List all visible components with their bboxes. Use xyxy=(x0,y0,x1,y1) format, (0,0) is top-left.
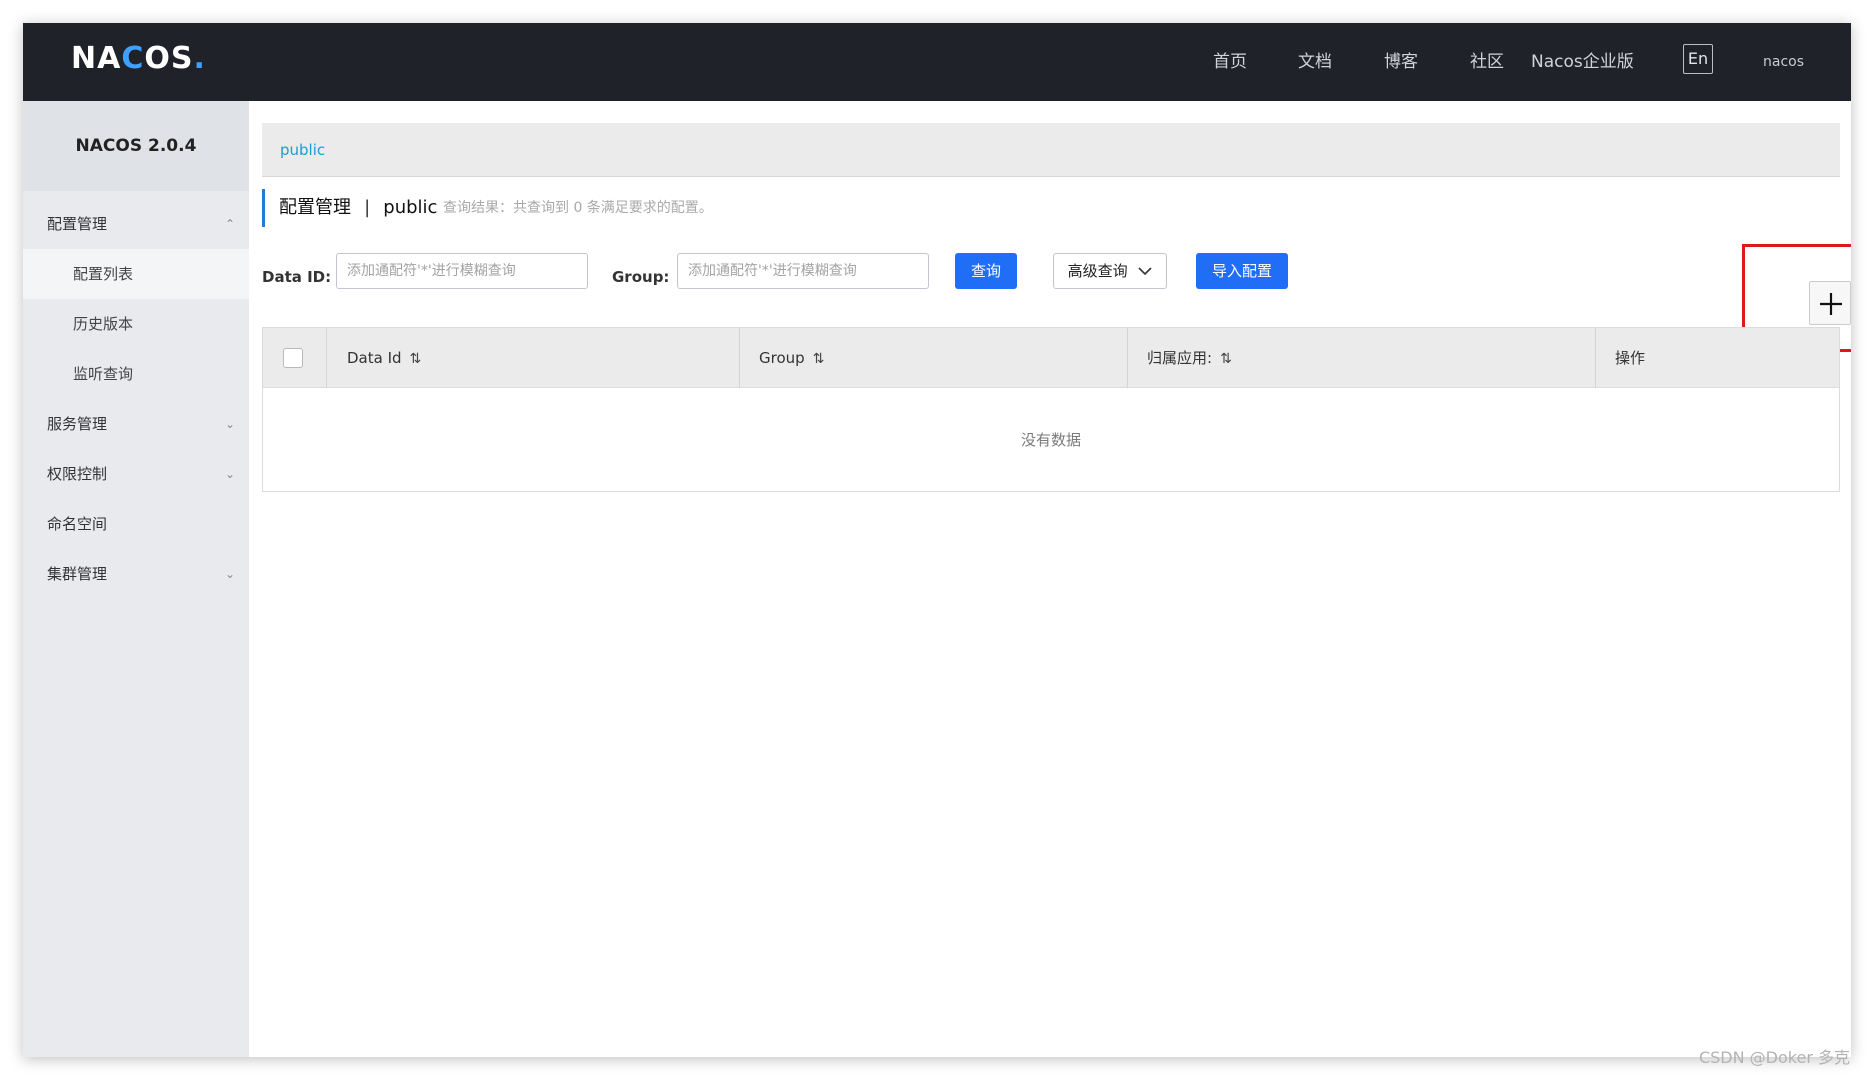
nav-blog[interactable]: 博客 xyxy=(1384,23,1418,101)
sort-icon: ⇅ xyxy=(409,351,422,367)
namespace-bar: public xyxy=(262,123,1840,177)
nav-docs[interactable]: 文档 xyxy=(1298,23,1332,101)
sort-icon: ⇅ xyxy=(812,351,825,367)
data-id-input[interactable] xyxy=(336,253,588,289)
title-namespace: public xyxy=(383,197,438,218)
version-label: NACOS 2.0.4 xyxy=(23,101,249,191)
column-header-group[interactable]: Group ⇅ xyxy=(759,328,824,388)
sidebar-item-listener-query[interactable]: 监听查询 xyxy=(23,349,249,399)
chevron-down-icon: ⌄ xyxy=(224,467,235,481)
column-header-app[interactable]: 归属应用: ⇅ xyxy=(1147,328,1232,388)
column-divider xyxy=(326,328,327,388)
sort-icon: ⇅ xyxy=(1220,351,1232,367)
sidebar-item-cluster-management[interactable]: 集群管理 ⌄ xyxy=(23,549,249,599)
page-title-text: 配置管理 xyxy=(279,197,351,218)
column-header-label: 归属应用: xyxy=(1147,349,1213,367)
select-all-checkbox[interactable] xyxy=(283,348,303,368)
column-header-label: Group xyxy=(759,349,805,367)
column-header-label: 操作 xyxy=(1615,349,1646,367)
column-header-data-id[interactable]: Data Id ⇅ xyxy=(347,328,421,388)
sidebar-item-label: 服务管理 xyxy=(47,415,108,433)
advanced-query-label: 高级查询 xyxy=(1067,262,1128,280)
group-input[interactable] xyxy=(677,253,929,289)
sidebar-item-history[interactable]: 历史版本 xyxy=(23,299,249,349)
search-button[interactable]: 查询 xyxy=(955,253,1017,289)
sidebar: NACOS 2.0.4 配置管理 ⌃ 配置列表 历史版本 监听查询 服务管理 ⌄… xyxy=(23,101,249,1057)
top-navbar: NACOS. 首页 文档 博客 社区 Nacos企业版 En nacos xyxy=(23,23,1851,101)
sidebar-item-label: 历史版本 xyxy=(73,315,134,333)
title-separator: | xyxy=(364,197,371,218)
sidebar-item-access-control[interactable]: 权限控制 ⌄ xyxy=(23,449,249,499)
chevron-down-icon: ⌄ xyxy=(224,567,235,581)
page-title: 配置管理 | public 查询结果：共查询到 0 条满足要求的配置。 xyxy=(262,189,713,227)
query-result-text: 查询结果：共查询到 0 条满足要求的配置。 xyxy=(443,200,713,216)
advanced-query-button[interactable]: 高级查询 xyxy=(1053,253,1167,289)
sidebar-item-label: 配置列表 xyxy=(73,265,134,283)
sidebar-item-label: 集群管理 xyxy=(47,565,108,583)
app-window: NACOS. 首页 文档 博客 社区 Nacos企业版 En nacos NAC… xyxy=(23,23,1851,1057)
nav-home[interactable]: 首页 xyxy=(1213,23,1247,101)
nav-community[interactable]: 社区 xyxy=(1470,23,1504,101)
chevron-down-icon xyxy=(1138,254,1152,288)
language-toggle-button[interactable]: En xyxy=(1683,44,1713,74)
empty-state-text: 没有数据 xyxy=(1020,431,1081,449)
nacos-logo[interactable]: NACOS. xyxy=(71,41,206,76)
column-divider xyxy=(1595,328,1596,388)
chevron-down-icon: ⌄ xyxy=(224,417,235,431)
main-content: public 配置管理 | public 查询结果：共查询到 0 条满足要求的配… xyxy=(249,101,1851,1057)
sidebar-item-config-list[interactable]: 配置列表 xyxy=(23,249,249,299)
column-header-actions: 操作 xyxy=(1615,328,1645,388)
column-divider xyxy=(739,328,740,388)
sidebar-item-label: 权限控制 xyxy=(47,465,108,483)
add-config-button[interactable] xyxy=(1809,281,1851,325)
user-menu[interactable]: nacos xyxy=(1763,23,1804,101)
group-label: Group: xyxy=(612,268,670,286)
column-header-label: Data Id xyxy=(347,349,402,367)
plus-icon xyxy=(1820,293,1842,315)
sidebar-item-label: 配置管理 xyxy=(47,215,108,233)
column-divider xyxy=(1127,328,1128,388)
chevron-up-icon: ⌃ xyxy=(224,217,235,231)
nav-enterprise[interactable]: Nacos企业版 xyxy=(1531,23,1634,101)
sidebar-item-config-management[interactable]: 配置管理 ⌃ xyxy=(23,199,249,249)
table-header: Data Id ⇅ Group ⇅ 归属应用: ⇅ 操作 xyxy=(263,328,1839,388)
sidebar-item-label: 命名空间 xyxy=(47,515,108,533)
import-config-button[interactable]: 导入配置 xyxy=(1196,253,1288,289)
namespace-tab-public[interactable]: public xyxy=(280,123,325,177)
watermark: CSDN @Doker 多克 xyxy=(1698,1048,1850,1067)
data-id-label: Data ID: xyxy=(262,268,332,286)
sidebar-item-namespace[interactable]: 命名空间 xyxy=(23,499,249,549)
config-table: Data Id ⇅ Group ⇅ 归属应用: ⇅ 操作 没有数据 xyxy=(262,327,1840,492)
sidebar-item-service-management[interactable]: 服务管理 ⌄ xyxy=(23,399,249,449)
sidebar-item-label: 监听查询 xyxy=(73,365,134,383)
